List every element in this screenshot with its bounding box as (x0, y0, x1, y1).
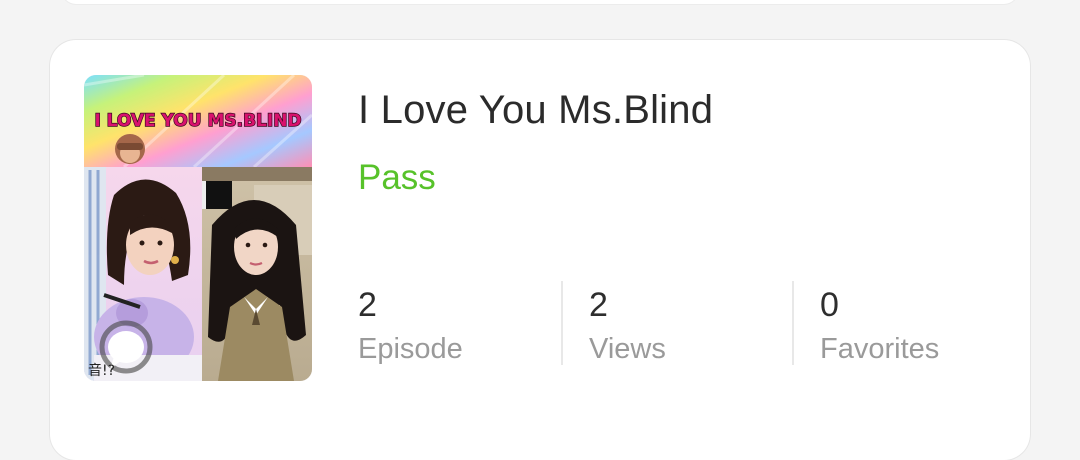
stat-favorites: 0 Favorites (820, 283, 939, 367)
previous-card[interactable] (62, 0, 1018, 4)
stat-favorites-value: 0 (820, 286, 839, 324)
stat-views-label: Views (589, 333, 666, 365)
comic-title[interactable]: I Love You Ms.Blind (358, 88, 713, 133)
cover-banner-text: I LOVE YOU MS.BLIND (94, 111, 301, 131)
stat-divider (792, 281, 794, 365)
stat-episodes-value: 2 (358, 286, 377, 324)
stat-episodes: 2 Episode (358, 283, 463, 367)
stat-divider (561, 281, 563, 365)
status-badge: Pass (358, 158, 436, 197)
comic-cover-image[interactable]: I LOVE YOU MS.BLIND 音!? (84, 75, 312, 381)
cover-caption: 音!? (88, 362, 115, 379)
stat-views-value: 2 (589, 286, 608, 324)
stat-views: 2 Views (589, 283, 666, 367)
stat-favorites-label: Favorites (820, 333, 940, 365)
stat-episodes-label: Episode (358, 333, 463, 365)
